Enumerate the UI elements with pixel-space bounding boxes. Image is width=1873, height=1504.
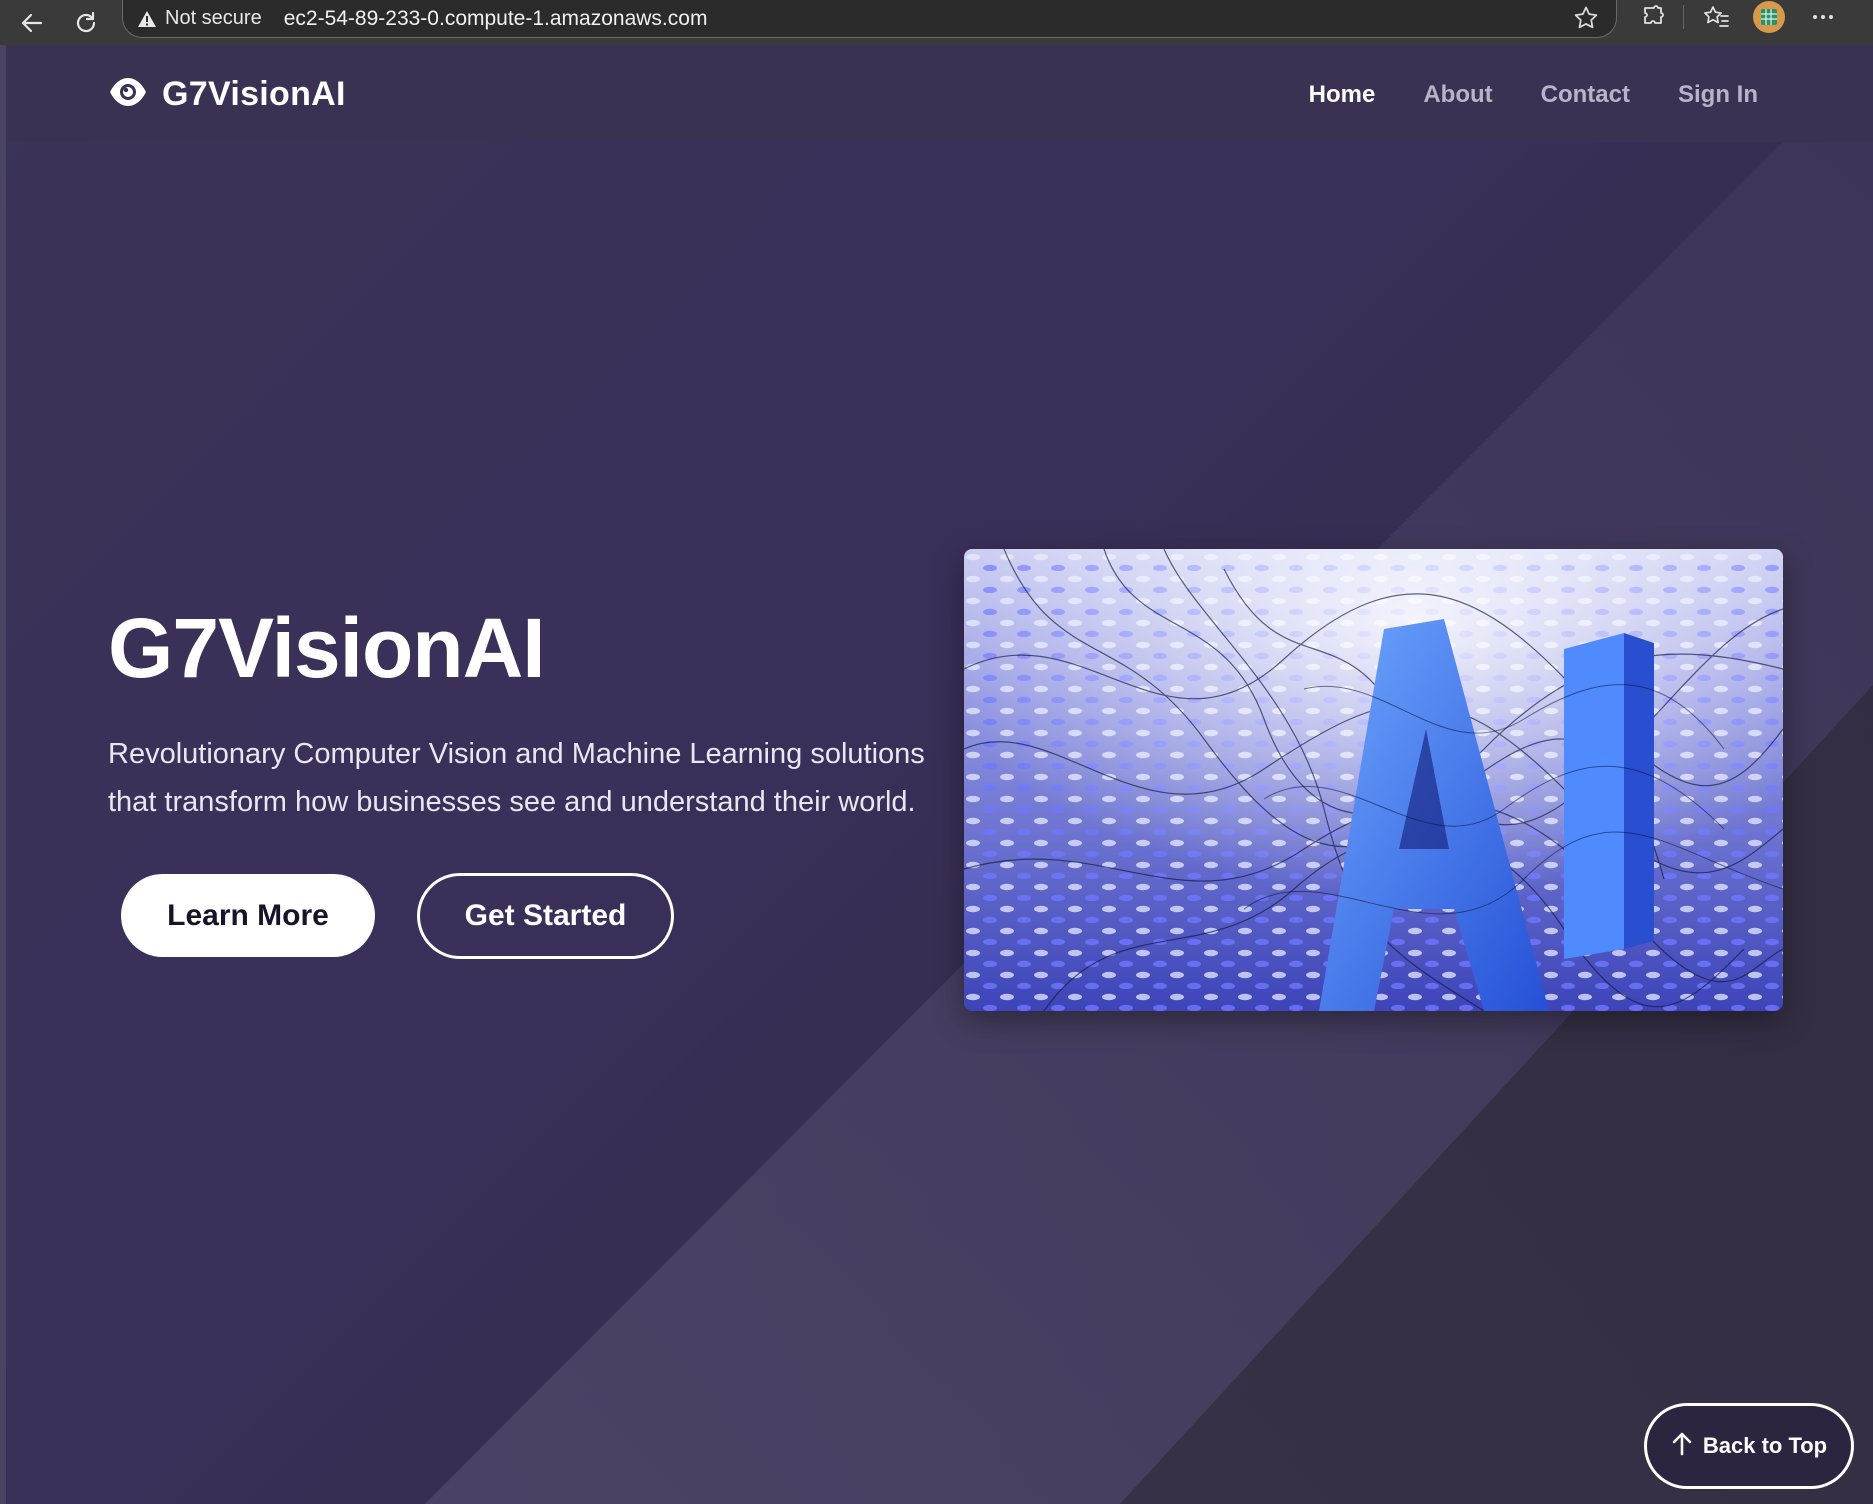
back-to-top-label: Back to Top <box>1702 1433 1828 1458</box>
toolbar-divider <box>1683 5 1684 29</box>
site-logo[interactable]: G7VisionAI <box>108 75 346 114</box>
hero-subtitle-line-2: that transform how businesses see and un… <box>108 786 916 818</box>
back-to-top-button[interactable]: Back to Top <box>1644 1403 1854 1489</box>
arrow-up-icon <box>1671 1432 1693 1461</box>
logo-text: G7VisionAI <box>162 75 346 113</box>
browser-toolbar: Not secure ec2-54-89-233-0.compute-1.ama… <box>0 0 1873 45</box>
url-text[interactable]: ec2-54-89-233-0.compute-1.amazonaws.com <box>284 7 708 31</box>
nav-about[interactable]: About <box>1423 81 1492 109</box>
more-icon[interactable] <box>1803 0 1843 34</box>
extension-badge-icon[interactable] <box>1749 0 1789 34</box>
reload-icon[interactable] <box>66 3 106 43</box>
warning-icon[interactable] <box>137 9 157 29</box>
extensions-icon[interactable] <box>1634 0 1674 34</box>
address-bar[interactable]: Not secure ec2-54-89-233-0.compute-1.ama… <box>122 0 1617 38</box>
nav-sign-in[interactable]: Sign In <box>1678 81 1758 109</box>
hero-ai-image <box>964 549 1783 1011</box>
page: G7VisionAI Home About Contact Sign In G7… <box>0 45 1873 1504</box>
hero-subtitle-line-1: Revolutionary Computer Vision and Machin… <box>108 738 925 770</box>
back-arrow-icon[interactable] <box>12 3 52 43</box>
main-nav: Home About Contact Sign In <box>1261 81 1758 109</box>
hero-title: G7VisionAI <box>108 601 546 695</box>
favorites-icon[interactable] <box>1696 0 1736 34</box>
hero-subtitle: Revolutionary Computer Vision and Machin… <box>108 730 938 826</box>
nav-contact[interactable]: Contact <box>1541 81 1630 109</box>
security-label[interactable]: Not secure <box>165 7 262 30</box>
favorite-star-icon[interactable] <box>1570 2 1602 34</box>
site-header: G7VisionAI Home About Contact Sign In <box>0 45 1873 142</box>
eye-icon <box>108 76 148 113</box>
get-started-button[interactable]: Get Started <box>417 873 674 959</box>
nav-home[interactable]: Home <box>1309 81 1376 109</box>
learn-more-button[interactable]: Learn More <box>121 874 375 957</box>
window-edge <box>0 45 6 1504</box>
